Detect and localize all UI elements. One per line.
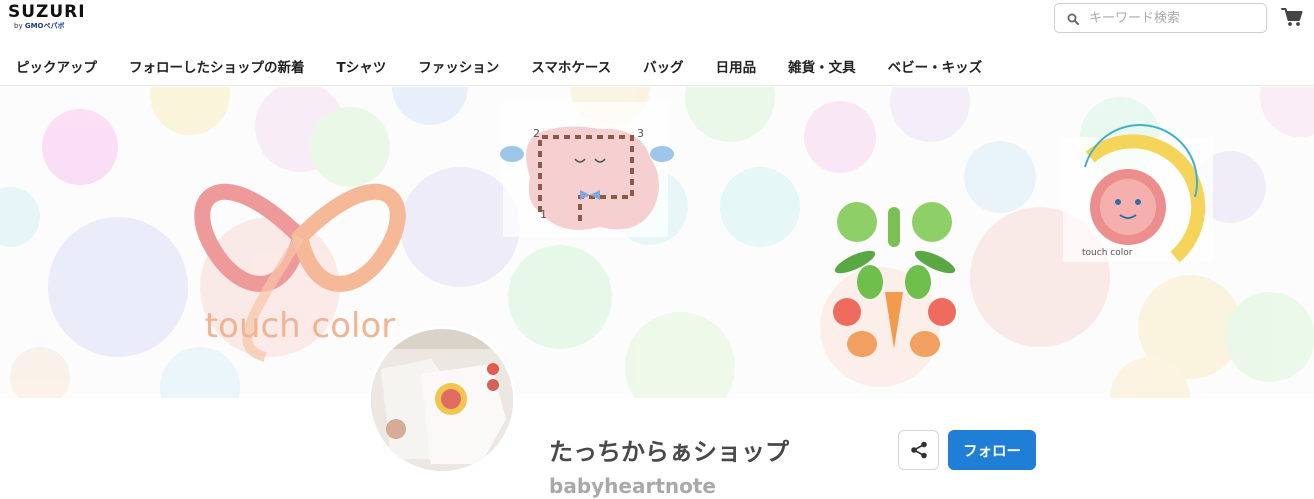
logo-by: by: [14, 22, 23, 30]
search-box: [1054, 3, 1267, 33]
site-header: SUZURI by GMOペパボ ピックアップ フォローしたショップの新着 Tシ…: [0, 0, 1314, 86]
search-icon: [1067, 13, 1079, 25]
category-nav: ピックアップ フォローしたショップの新着 Tシャツ ファッション スマホケース …: [0, 50, 982, 82]
banner-illustration: touch color 1 2 3 touch color: [0, 87, 1314, 398]
logo-company: GMOペパボ: [24, 22, 65, 30]
share-button[interactable]: [898, 430, 939, 470]
cart-icon[interactable]: [1281, 7, 1303, 27]
nav-item-bag[interactable]: バッグ: [643, 56, 684, 76]
share-icon: [911, 441, 927, 459]
nav-item-following-new[interactable]: フォローしたショップの新着: [129, 56, 305, 76]
nav-item-fashion[interactable]: ファッション: [418, 56, 499, 76]
suzuri-logo[interactable]: SUZURI by GMOペパボ: [8, 3, 86, 30]
mini-brand-text: touch color: [1082, 248, 1133, 258]
shop-id: babyheartnote: [549, 474, 716, 498]
nav-item-tshirt[interactable]: Tシャツ: [337, 56, 387, 76]
follow-button[interactable]: フォロー: [948, 430, 1036, 470]
shop-name: たっちからぁショップ: [549, 438, 789, 466]
nav-item-phone-case[interactable]: スマホケース: [531, 56, 611, 76]
logo-subtext: by GMOペパボ: [8, 22, 86, 30]
nav-item-pickup[interactable]: ピックアップ: [16, 56, 97, 76]
shop-avatar[interactable]: [368, 326, 516, 474]
shop-banner: touch color 1 2 3 touch color: [0, 87, 1314, 398]
logo-text: SUZURI: [8, 2, 86, 22]
sheep-sticker: 1 2 3: [500, 102, 674, 237]
nav-item-baby-kids[interactable]: ベビー・キッズ: [888, 56, 983, 76]
avatar-photo: [371, 329, 513, 471]
sun-face-sticker: touch color: [1063, 123, 1213, 263]
brand-text: touch color: [205, 306, 395, 346]
sheep-step-3: 3: [637, 127, 644, 140]
sheep-step-2: 2: [533, 127, 540, 140]
search-input[interactable]: [1089, 8, 1259, 28]
nav-item-daily-goods[interactable]: 日用品: [716, 56, 757, 76]
sheep-step-1: 1: [540, 208, 547, 221]
nav-item-stationery[interactable]: 雑貨・文具: [788, 56, 856, 76]
